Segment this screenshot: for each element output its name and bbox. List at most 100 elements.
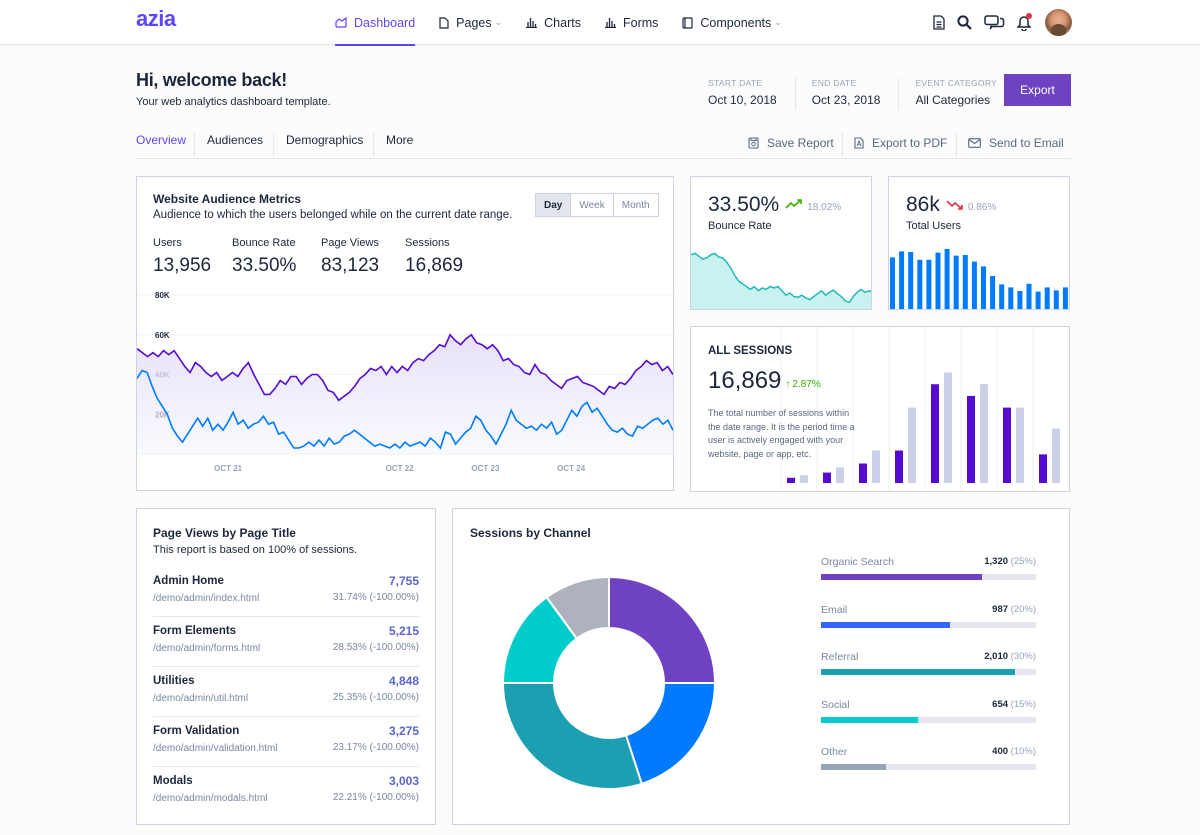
- channel-value-wrap: 2,010 (30%): [984, 651, 1036, 662]
- channel-percent: (20%): [1010, 604, 1036, 615]
- event-category-filter[interactable]: Event Category All Categories: [915, 78, 1015, 110]
- metric-sessions: Sessions 16,869: [405, 237, 463, 277]
- tab-overview[interactable]: Overview: [136, 133, 186, 157]
- user-bar: [926, 259, 932, 309]
- page-view-url: /demo/admin/index.html: [153, 593, 260, 604]
- search-icon[interactable]: [957, 15, 972, 30]
- total-users-card: 86k 0.86% Total Users: [888, 176, 1070, 310]
- session-bar: [1016, 407, 1024, 483]
- tab-more[interactable]: More: [386, 133, 413, 157]
- session-bar: [1039, 454, 1047, 483]
- channel-value-wrap: 987 (20%): [992, 604, 1036, 615]
- nav-dashboard-label: Dashboard: [354, 15, 416, 30]
- user-bar: [1026, 283, 1032, 309]
- session-bar: [895, 450, 903, 483]
- channel-value-wrap: 1,320 (25%): [984, 556, 1036, 567]
- session-bar: [872, 450, 880, 483]
- page-view-percent: 25.35% (-100.00%): [332, 692, 419, 703]
- sessions-by-channel-card: Sessions by Channel Organic Search 1,320…: [452, 508, 1070, 825]
- period-day[interactable]: Day: [536, 194, 571, 216]
- export-pdf-button[interactable]: Export to PDF: [854, 136, 947, 150]
- tab-divider: [194, 133, 195, 157]
- audience-card-subtitle: Audience to which the users belonged whi…: [153, 209, 513, 221]
- page-view-row[interactable]: Utilities /demo/admin/util.html 4,848 25…: [153, 667, 419, 717]
- channel-value: 654: [992, 699, 1009, 710]
- tab-divider: [273, 133, 274, 157]
- document-icon[interactable]: [933, 15, 945, 30]
- nav-forms[interactable]: Forms: [604, 0, 658, 45]
- metric-sessions-value: 16,869: [405, 255, 464, 276]
- nav-dashboard[interactable]: Dashboard: [335, 0, 416, 46]
- channel-percent: (10%): [1010, 746, 1036, 757]
- bounce-rate-value: 33.50%: [708, 193, 780, 216]
- tab-audiences[interactable]: Audiences: [207, 133, 263, 157]
- metric-bounce-value: 33.50%: [232, 255, 297, 276]
- period-week[interactable]: Week: [570, 194, 612, 216]
- user-bar: [944, 249, 950, 309]
- avatar[interactable]: [1045, 9, 1072, 36]
- tab-demographics[interactable]: Demographics: [286, 133, 363, 157]
- page-view-title: Admin Home: [153, 575, 224, 587]
- page-view-url: /demo/admin/modals.html: [153, 793, 268, 804]
- period-month[interactable]: Month: [612, 194, 658, 216]
- bounce-rate-card: 33.50% 18.02% Bounce Rate: [690, 176, 872, 310]
- metric-bounce-rate: Bounce Rate 33.50%: [232, 237, 296, 277]
- save-report-label: Save Report: [767, 136, 834, 150]
- page-views-title: Page Views by Page Title: [153, 526, 296, 540]
- channel-value: 987: [992, 604, 1009, 615]
- channel-value: 2,010: [984, 651, 1009, 662]
- page-view-row[interactable]: Form Elements /demo/admin/forms.html 5,2…: [153, 617, 419, 667]
- end-date-filter[interactable]: End Date Oct 23, 2018: [812, 78, 900, 110]
- page-view-title: Form Elements: [153, 625, 237, 637]
- page-view-row[interactable]: Admin Home /demo/admin/index.html 7,755 …: [153, 567, 419, 617]
- page-view-count: 5,215: [388, 624, 419, 638]
- user-bar: [971, 261, 977, 309]
- channel-value: 400: [992, 746, 1009, 757]
- series-area: [137, 334, 673, 454]
- welcome-block: Hi, welcome back! Your web analytics das…: [136, 70, 331, 108]
- channel-card-title: Sessions by Channel: [470, 526, 591, 540]
- page-view-row[interactable]: Form Validation /demo/admin/validation.h…: [153, 717, 419, 767]
- user-bar: [1008, 287, 1014, 309]
- nav-charts[interactable]: Charts: [526, 0, 581, 45]
- channel-progress: [821, 764, 1036, 770]
- user-bar: [917, 259, 923, 309]
- logo[interactable]: azia: [136, 6, 176, 32]
- user-bar: [1035, 291, 1041, 309]
- audience-card-title: Website Audience Metrics: [153, 192, 302, 206]
- period-toggle: Day Week Month: [535, 193, 659, 217]
- nav-components-label: Components: [700, 15, 772, 30]
- end-date-value: Oct 23, 2018: [811, 93, 881, 107]
- send-email-button[interactable]: Send to Email: [968, 136, 1064, 150]
- save-report-button[interactable]: Save Report: [748, 136, 834, 150]
- mail-icon: [968, 138, 981, 148]
- sessions-change: 2.87%: [792, 379, 821, 390]
- nav-components[interactable]: Components ⌄: [682, 0, 782, 45]
- session-bar: [908, 407, 916, 483]
- session-bar: [980, 384, 988, 483]
- user-bar: [990, 276, 996, 309]
- metric-users-label: Users: [153, 237, 182, 249]
- page-subtitle: Your web analytics dashboard template.: [136, 96, 331, 108]
- channel-progress-fill: [821, 622, 950, 628]
- session-bar: [944, 372, 952, 483]
- channel-progress: [821, 669, 1036, 675]
- start-date-filter[interactable]: Start Date Oct 10, 2018: [708, 78, 796, 110]
- channel-row: Social 654 (15%): [821, 699, 1036, 723]
- nav-pages[interactable]: Pages ⌄: [439, 0, 502, 45]
- page-view-percent: 31.74% (-100.00%): [332, 592, 419, 603]
- donut-slice: [501, 682, 644, 790]
- chat-icon[interactable]: [984, 15, 1005, 30]
- main-nav: Dashboard Pages ⌄ Charts Forms Component…: [335, 0, 806, 46]
- pdf-icon: [854, 137, 864, 149]
- event-category-label: Event Category: [915, 78, 998, 88]
- page-views-card: Page Views by Page Title This report is …: [136, 508, 436, 825]
- export-button[interactable]: Export: [1004, 74, 1071, 106]
- session-bar: [823, 472, 831, 483]
- total-users-bar-chart: [890, 249, 1068, 309]
- channel-progress-fill: [821, 669, 1015, 675]
- notification-dot: [1026, 12, 1032, 19]
- event-category-value: All Categories: [915, 93, 991, 107]
- bell-icon[interactable]: [1017, 12, 1032, 31]
- page-view-row[interactable]: Modals /demo/admin/modals.html 3,003 22.…: [153, 767, 419, 817]
